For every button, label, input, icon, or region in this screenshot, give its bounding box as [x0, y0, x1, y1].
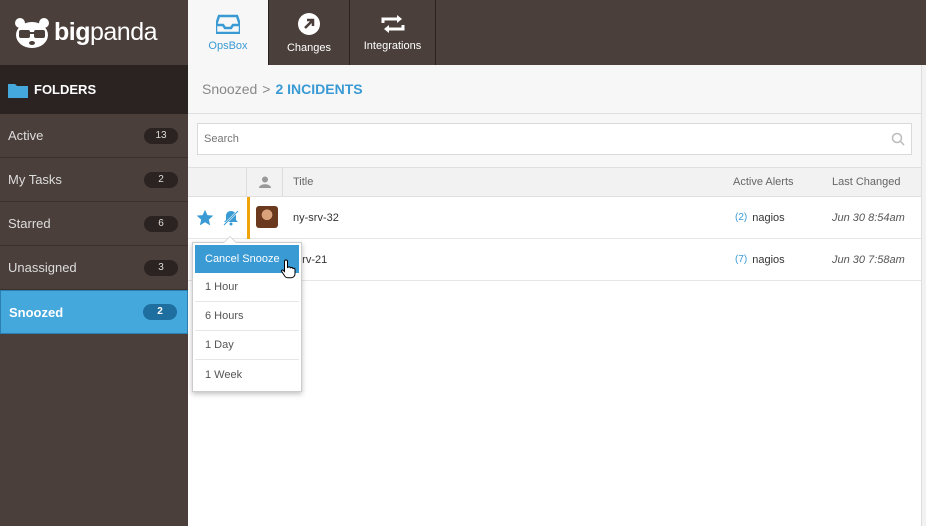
- sidebar: bigpanda FOLDERS Active 13 My Tasks 2 St…: [0, 0, 188, 526]
- title-column-header[interactable]: Title: [293, 176, 313, 188]
- folder-icon: [8, 83, 28, 98]
- last-changed: Jun 30 7:58am: [832, 253, 905, 266]
- active-alerts-cell: (7) nagios: [735, 254, 785, 266]
- repeat-icon: [381, 14, 404, 33]
- breadcrumb-parent[interactable]: Snoozed: [202, 81, 257, 97]
- actions-column-header: [188, 168, 247, 196]
- arrow-circle-icon: [298, 12, 320, 35]
- alert-count: (7): [735, 254, 748, 265]
- active-alerts-column-header[interactable]: Active Alerts: [733, 176, 794, 188]
- breadcrumb: Snoozed > 2 INCIDENTS: [188, 65, 921, 114]
- count-badge: 6: [144, 215, 178, 232]
- assignee-column-header[interactable]: [247, 168, 283, 196]
- alert-source: nagios: [752, 211, 785, 224]
- tab-label: Changes: [286, 41, 332, 54]
- sidebar-item-unassigned[interactable]: Unassigned 3: [0, 246, 188, 290]
- search-icon[interactable]: [891, 132, 905, 146]
- sidebar-item-label: My Tasks: [8, 172, 62, 187]
- table-header: Title Active Alerts Last Changed: [188, 168, 921, 197]
- sidebar-item-starred[interactable]: Starred 6: [0, 202, 188, 246]
- search-input[interactable]: [204, 133, 835, 145]
- sidebar-item-label: Active: [8, 128, 44, 143]
- sidebar-item-label: Starred: [8, 216, 51, 231]
- hand-cursor-icon: [281, 259, 296, 279]
- logo[interactable]: bigpanda: [0, 0, 188, 65]
- logo-text: bigpanda: [54, 18, 158, 46]
- snooze-option-1-week[interactable]: 1 Week: [195, 360, 299, 389]
- breadcrumb-current: 2 INCIDENTS: [275, 81, 363, 97]
- sidebar-item-label: Unassigned: [8, 260, 77, 275]
- folders-title: FOLDERS: [34, 82, 97, 97]
- alert-source: nagios: [752, 253, 785, 266]
- sidebar-item-snoozed[interactable]: Snoozed 2: [0, 290, 188, 334]
- table-row[interactable]: ny-srv-32 (2) nagios Jun 30 8:54am: [188, 197, 921, 239]
- count-badge: 2: [143, 304, 177, 320]
- count-badge: 13: [144, 127, 178, 144]
- count-badge: 2: [144, 171, 178, 188]
- sidebar-item-active[interactable]: Active 13: [0, 114, 188, 158]
- folders-header: FOLDERS: [0, 65, 188, 114]
- search-box: [197, 123, 912, 155]
- sidebar-item-label: Snoozed: [9, 304, 64, 320]
- row-actions: [188, 209, 247, 227]
- last-changed: Jun 30 8:54am: [832, 211, 905, 224]
- avatar[interactable]: [256, 206, 278, 228]
- tab-integrations[interactable]: Integrations: [350, 0, 436, 65]
- top-nav: OpsBox Changes Integrations: [188, 0, 926, 65]
- tab-label: OpsBox: [208, 39, 248, 52]
- active-alerts-cell: (2) nagios: [735, 212, 785, 224]
- snooze-option-1-day[interactable]: 1 Day: [195, 331, 299, 360]
- breadcrumb-separator: >: [262, 81, 271, 97]
- inbox-icon: [216, 14, 240, 34]
- panda-logo-icon: [15, 17, 49, 48]
- snooze-bell-icon[interactable]: [223, 209, 239, 226]
- tab-opsbox[interactable]: OpsBox: [188, 0, 269, 65]
- incident-title[interactable]: ny-srv-32: [293, 212, 339, 224]
- snooze-option-6-hours[interactable]: 6 Hours: [195, 302, 299, 331]
- priority-indicator: [247, 197, 250, 239]
- alert-count: (2): [735, 212, 748, 223]
- last-changed-column-header[interactable]: Last Changed: [832, 176, 901, 188]
- star-icon[interactable]: [196, 209, 214, 227]
- sidebar-item-my-tasks[interactable]: My Tasks 2: [0, 158, 188, 202]
- count-badge: 3: [144, 259, 178, 276]
- search-bar: [188, 114, 921, 168]
- tab-label: Integrations: [363, 39, 422, 52]
- tab-changes[interactable]: Changes: [269, 0, 350, 65]
- user-icon: [258, 176, 271, 188]
